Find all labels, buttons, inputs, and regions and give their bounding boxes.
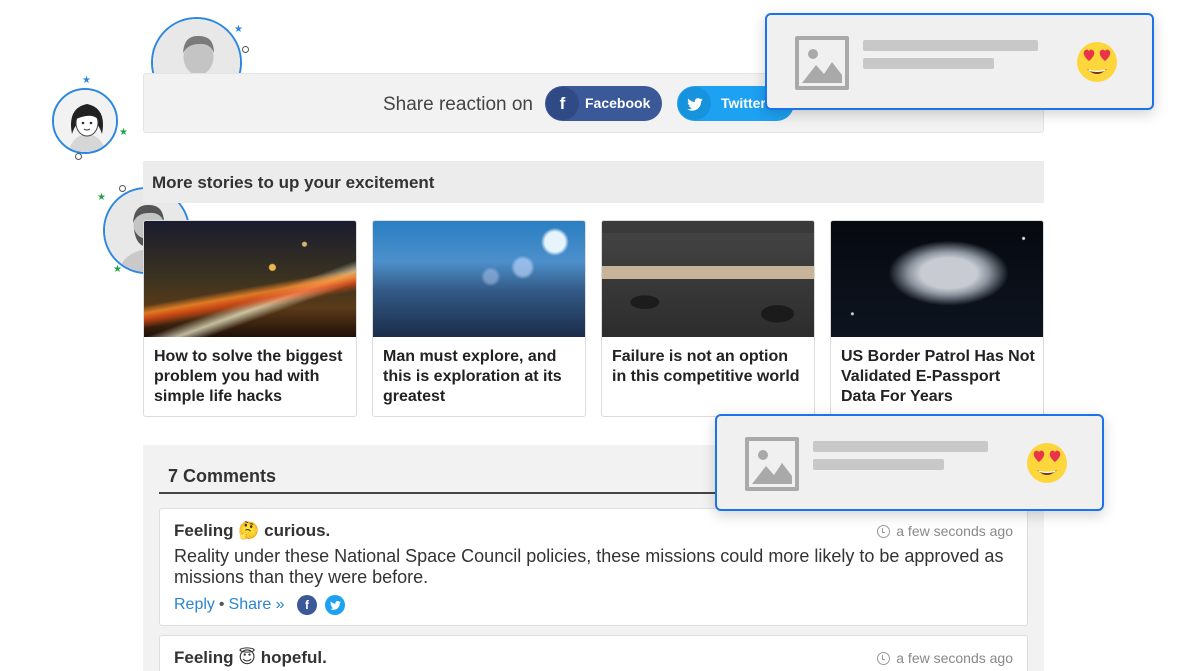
facebook-icon: f [546, 87, 579, 120]
ring-sparkle-icon [242, 46, 249, 53]
story-card[interactable]: Man must explore, and this is exploratio… [372, 220, 586, 417]
heart-eyes-emoji-icon [1027, 443, 1067, 483]
separator-dot: • [218, 596, 225, 613]
clock-icon [877, 525, 891, 538]
clock-icon [877, 652, 891, 665]
share-link[interactable]: Share » [229, 596, 285, 613]
more-stories-header: More stories to up your excitement [143, 161, 1044, 203]
facebook-icon[interactable]: f [297, 595, 318, 615]
facebook-share-label: Facebook [585, 95, 651, 111]
story-title[interactable]: US Border Patrol Has Not Validated E-Pas… [841, 347, 1035, 407]
comment-feeling: Feeling 🤔 curious. [174, 521, 330, 541]
comment-timestamp: a few seconds ago [877, 650, 1013, 666]
story-thumbnail-desk-gadgets [602, 221, 814, 337]
story-card[interactable]: How to solve the biggest problem you had… [143, 220, 357, 417]
star-sparkle-icon: ★ [119, 127, 128, 138]
comment-body: Reality under these National Space Counc… [174, 546, 1004, 587]
image-placeholder-icon [745, 437, 799, 491]
feeling-prefix: Feeling [174, 648, 234, 667]
smiling-halo-icon: 😇 [238, 648, 256, 668]
comment-timestamp: a few seconds ago [877, 523, 1013, 539]
star-sparkle-icon: ★ [82, 75, 91, 86]
story-title[interactable]: Man must explore, and this is exploratio… [383, 347, 577, 407]
story-card[interactable]: Failure is not an option in this competi… [601, 220, 815, 417]
ring-sparkle-icon [75, 153, 82, 160]
star-sparkle-icon: ★ [234, 24, 243, 35]
comment-actions: Reply • Share » f [174, 595, 346, 615]
twitter-share-label: Twitter [721, 95, 766, 111]
text-placeholder-line [813, 441, 988, 452]
reply-link[interactable]: Reply [174, 596, 215, 613]
star-sparkle-icon: ★ [97, 192, 106, 203]
comments-count-heading: 7 Comments [168, 466, 277, 486]
thinking-face-icon: 🤔 [238, 521, 260, 541]
comment-time: a few seconds ago [896, 523, 1013, 539]
text-placeholder-line [863, 40, 1038, 51]
story-thumbnail-city-night [144, 221, 356, 337]
comment-feeling: Feeling 😇 hopeful. [174, 648, 327, 668]
ring-sparkle-icon [119, 185, 126, 192]
feeling-word: hopeful. [260, 648, 327, 667]
text-placeholder-line [863, 58, 994, 69]
twitter-icon [678, 87, 711, 120]
reaction-notification-popup[interactable] [715, 414, 1104, 511]
story-card[interactable]: US Border Patrol Has Not Validated E-Pas… [830, 220, 1044, 417]
twitter-icon[interactable] [325, 595, 346, 615]
story-thumbnail-spaceship [831, 221, 1043, 337]
story-title[interactable]: How to solve the biggest problem you had… [154, 347, 348, 407]
feeling-prefix: Feeling [174, 521, 234, 540]
comment-item: Feeling 🤔 curious. a few seconds ago Rea… [159, 508, 1028, 626]
heart-eyes-emoji-icon [1077, 42, 1117, 82]
comment-time: a few seconds ago [896, 650, 1013, 666]
text-placeholder-line [813, 459, 944, 470]
star-sparkle-icon: ★ [113, 264, 122, 275]
more-stories-title: More stories to up your excitement [152, 173, 435, 192]
image-placeholder-icon [795, 36, 849, 90]
reaction-notification-popup[interactable] [765, 13, 1154, 110]
feeling-word: curious. [264, 521, 331, 540]
facebook-share-button[interactable]: f Facebook [545, 86, 662, 121]
avatar-woman [52, 88, 118, 154]
share-reaction-label: Share reaction on [383, 94, 533, 115]
story-thumbnail-bokeh-road [373, 221, 585, 337]
comment-item: Feeling 😇 hopeful. a few seconds ago [159, 635, 1028, 671]
story-title[interactable]: Failure is not an option in this competi… [612, 347, 806, 387]
